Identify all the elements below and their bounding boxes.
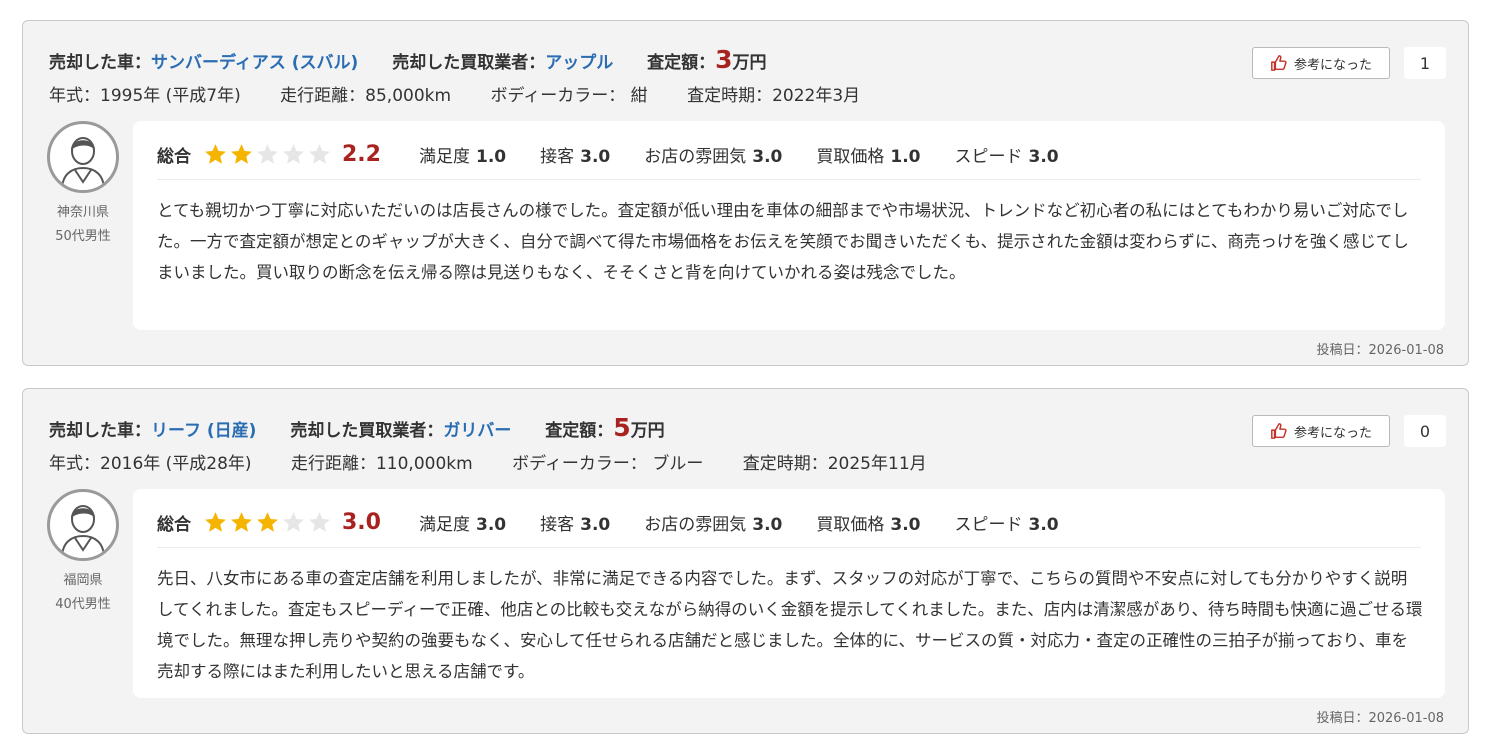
ratings-row: 総合 3.0 満足度 3.0 接客 3.0 お店の雰囲気 3.0 買取価格 3.0 スピ… bbox=[157, 509, 1093, 535]
rating-price: 買取価格 1.0 bbox=[816, 146, 921, 167]
star-empty-icon bbox=[309, 143, 330, 164]
rating-service: 接客 3.0 bbox=[540, 514, 611, 535]
helpful-count: 1 bbox=[1404, 47, 1446, 79]
price-label: 査定額： bbox=[647, 53, 716, 73]
dealer-link[interactable]: アップル bbox=[545, 53, 613, 73]
car-color: ボディーカラー： 紺 bbox=[490, 86, 648, 106]
overall-score: 3.0 bbox=[342, 509, 381, 535]
reviewer-age: 50代男性 bbox=[55, 229, 111, 244]
star-empty-icon bbox=[283, 143, 304, 164]
dealer-label: 売却した買取業者： bbox=[392, 53, 546, 73]
price-label: 査定額： bbox=[545, 421, 614, 441]
star-filled-icon bbox=[205, 143, 226, 164]
review-header: 売却した車：リーフ (日産) 売却した買取業者：ガリバー 査定額：5万円 bbox=[49, 413, 693, 442]
divider bbox=[157, 179, 1421, 180]
avatar bbox=[47, 121, 119, 193]
reviewer-info: 福岡県 40代男性 bbox=[33, 569, 133, 617]
rating-satisfaction: 満足度 1.0 bbox=[418, 146, 507, 167]
car-details: 年式：2016年 (平成28年) 走行距離：110,000km ボディーカラー：… bbox=[49, 449, 961, 474]
car-mileage: 走行距離：110,000km bbox=[290, 454, 473, 474]
reviewer-prefecture: 福岡県 bbox=[63, 573, 103, 588]
car-year: 年式：2016年 (平成28年) bbox=[49, 454, 252, 474]
review-text: 先日、八女市にある車の査定店舗を利用しましたが、非常に満足できる内容でした。まず… bbox=[157, 569, 1423, 681]
avatar bbox=[47, 489, 119, 561]
car-color: ボディーカラー： ブルー bbox=[512, 454, 704, 474]
star-empty-icon bbox=[283, 511, 304, 532]
price-value: 3 bbox=[715, 45, 733, 74]
helpful-button[interactable]: 参考になった bbox=[1252, 415, 1390, 447]
star-rating bbox=[203, 142, 332, 167]
overall-score: 2.2 bbox=[342, 141, 381, 167]
car-year: 年式：1995年 (平成7年) bbox=[49, 86, 241, 106]
assessment-date: 査定時期：2022年3月 bbox=[687, 86, 861, 106]
rating-speed: スピード 3.0 bbox=[954, 146, 1059, 167]
thumbs-up-icon bbox=[1271, 55, 1287, 71]
rating-atmosphere: お店の雰囲気 3.0 bbox=[644, 146, 783, 167]
user-avatar-icon bbox=[61, 505, 105, 558]
star-filled-icon bbox=[257, 511, 278, 532]
car-label: 売却した車： bbox=[49, 53, 151, 73]
car-label: 売却した車： bbox=[49, 421, 151, 441]
posted-date: 投稿日：2026-01-08 bbox=[1316, 711, 1444, 726]
helpful-label: 参考になった bbox=[1293, 57, 1372, 73]
assessment-date: 査定時期：2025年11月 bbox=[742, 454, 927, 474]
helpful-label: 参考になった bbox=[1293, 425, 1372, 441]
star-filled-icon bbox=[231, 143, 252, 164]
review-header: 売却した車：サンバーディアス (スバル) 売却した買取業者：アップル 査定額：3… bbox=[49, 45, 795, 74]
rating-atmosphere: お店の雰囲気 3.0 bbox=[644, 514, 783, 535]
dealer-label: 売却した買取業者： bbox=[290, 421, 444, 441]
helpful-button[interactable]: 参考になった bbox=[1252, 47, 1390, 79]
rating-speed: スピード 3.0 bbox=[954, 514, 1059, 535]
thumbs-up-icon bbox=[1271, 423, 1287, 439]
star-filled-icon bbox=[205, 511, 226, 532]
divider bbox=[157, 547, 1421, 548]
star-empty-icon bbox=[309, 511, 330, 532]
review-card: 売却した車：サンバーディアス (スバル) 売却した買取業者：アップル 査定額：3… bbox=[22, 20, 1469, 366]
star-empty-icon bbox=[257, 143, 278, 164]
rating-service: 接客 3.0 bbox=[540, 146, 611, 167]
review-text: とても親切かつ丁寧に対応いただいのは店長さんの様でした。査定額が低い理由を車体の… bbox=[157, 201, 1409, 282]
helpful-count: 0 bbox=[1404, 415, 1446, 447]
star-rating bbox=[203, 510, 332, 535]
rating-price: 買取価格 3.0 bbox=[816, 514, 921, 535]
review-body: 総合 2.2 満足度 1.0 接客 3.0 お店の雰囲気 3.0 買取価格 1.0 スピ… bbox=[133, 121, 1445, 330]
reviewer-prefecture: 神奈川県 bbox=[56, 205, 109, 220]
price-value: 5 bbox=[613, 413, 631, 442]
reviewer-info: 神奈川県 50代男性 bbox=[33, 201, 133, 249]
rating-satisfaction: 満足度 3.0 bbox=[418, 514, 507, 535]
user-avatar-icon bbox=[61, 137, 105, 190]
car-details: 年式：1995年 (平成7年) 走行距離：85,000km ボディーカラー： 紺… bbox=[49, 81, 894, 106]
overall-label: 総合 bbox=[157, 514, 191, 535]
overall-label: 総合 bbox=[157, 146, 191, 167]
price-unit: 万円 bbox=[630, 421, 665, 441]
review-body: 総合 3.0 満足度 3.0 接客 3.0 お店の雰囲気 3.0 買取価格 3.0 スピ… bbox=[133, 489, 1445, 698]
car-link[interactable]: サンバーディアス (スバル) bbox=[151, 53, 358, 73]
dealer-link[interactable]: ガリバー bbox=[443, 421, 511, 441]
review-card: 売却した車：リーフ (日産) 売却した買取業者：ガリバー 査定額：5万円 年式：… bbox=[22, 388, 1469, 734]
ratings-row: 総合 2.2 満足度 1.0 接客 3.0 お店の雰囲気 3.0 買取価格 1.0 スピ… bbox=[157, 141, 1093, 167]
car-link[interactable]: リーフ (日産) bbox=[151, 421, 256, 441]
reviewer-age: 40代男性 bbox=[55, 597, 111, 612]
posted-date: 投稿日：2026-01-08 bbox=[1316, 343, 1444, 358]
price-unit: 万円 bbox=[732, 53, 767, 73]
star-filled-icon bbox=[231, 511, 252, 532]
car-mileage: 走行距離：85,000km bbox=[280, 86, 452, 106]
